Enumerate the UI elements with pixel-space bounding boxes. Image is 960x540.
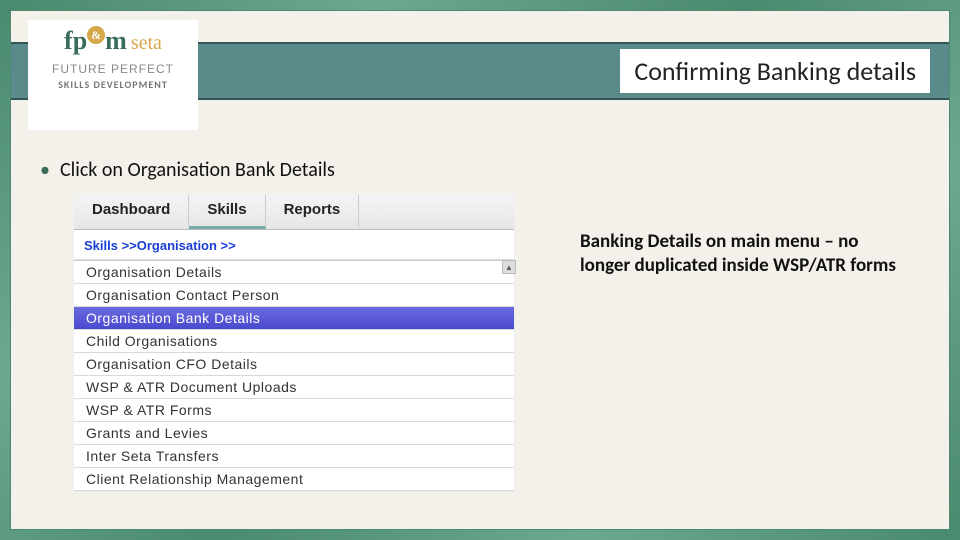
tab-reports[interactable]: Reports: [266, 195, 360, 229]
menu-item-inter-seta[interactable]: Inter Seta Transfers: [74, 445, 514, 468]
menu-item-wsp-atr-forms[interactable]: WSP & ATR Forms: [74, 399, 514, 422]
callout-note: Banking Details on main menu – no longer…: [580, 230, 910, 278]
logo-subtitle-2: SKILLS DEVELOPMENT: [58, 78, 168, 91]
menu-item-crm[interactable]: Client Relationship Management: [74, 468, 514, 491]
tab-skills[interactable]: Skills: [189, 195, 265, 229]
menu-item-wsp-atr-uploads[interactable]: WSP & ATR Document Uploads: [74, 376, 514, 399]
logo-seta: seta: [131, 32, 162, 55]
tab-dashboard[interactable]: Dashboard: [74, 195, 189, 229]
logo-ampersand-icon: &: [87, 26, 105, 44]
menu-item-org-cfo[interactable]: Organisation CFO Details: [74, 353, 514, 376]
menu-item-org-bank-details[interactable]: Organisation Bank Details: [74, 307, 514, 330]
nav-tabs: Dashboard Skills Reports: [74, 195, 514, 230]
logo-subtitle-1: FUTURE PERFECT: [52, 62, 174, 76]
logo: fp&m seta FUTURE PERFECT SKILLS DEVELOPM…: [28, 20, 198, 130]
instruction-line: • Click on Organisation Bank Details: [40, 158, 335, 182]
slide: Confirming Banking details fp&m seta FUT…: [0, 0, 960, 540]
instruction-text: Click on Organisation Bank Details: [60, 158, 335, 182]
menu-item-org-contact[interactable]: Organisation Contact Person: [74, 284, 514, 307]
side-menu-wrap: ▲ Organisation Details Organisation Cont…: [74, 260, 514, 491]
side-menu: Organisation Details Organisation Contac…: [74, 260, 514, 491]
menu-item-org-details[interactable]: Organisation Details: [74, 261, 514, 284]
bullet-icon: •: [40, 158, 50, 182]
scroll-up-icon[interactable]: ▲: [502, 260, 516, 274]
logo-fp: fp&m: [64, 26, 127, 56]
logo-main: fp&m seta: [64, 26, 162, 56]
app-screenshot: Dashboard Skills Reports Skills >>Organi…: [74, 195, 514, 491]
menu-item-child-orgs[interactable]: Child Organisations: [74, 330, 514, 353]
menu-item-grants-levies[interactable]: Grants and Levies: [74, 422, 514, 445]
breadcrumb[interactable]: Skills >>Organisation >>: [74, 230, 514, 260]
slide-title: Confirming Banking details: [620, 49, 930, 93]
